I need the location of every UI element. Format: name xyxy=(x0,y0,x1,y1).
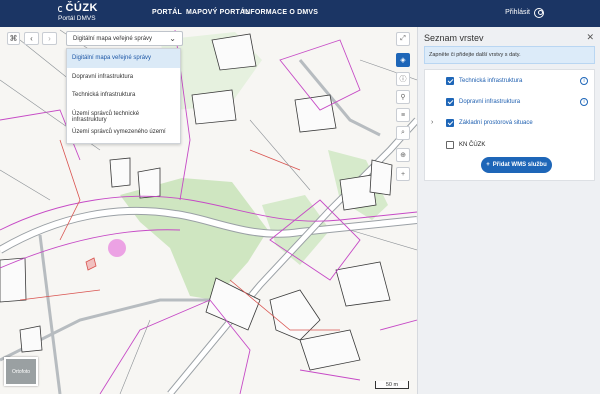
map-scale-bar: 50 m xyxy=(375,381,409,389)
map-canvas[interactable]: ⌘ ‹ › xyxy=(0,27,417,394)
menu-icon[interactable]: ≡ xyxy=(396,108,410,122)
layer-list: Technická infrastruktura i Dopravní infr… xyxy=(424,69,595,181)
layer-item: KN ČÚZK xyxy=(425,139,596,153)
logo-swoosh-icon xyxy=(58,5,64,12)
layer-info-icon[interactable]: i xyxy=(580,98,588,106)
logo-mark: ČÚZK xyxy=(58,3,98,14)
basemap-select-value: Digitální mapa veřejné správy xyxy=(73,36,153,42)
search-icon[interactable]: ⌕ xyxy=(396,126,410,140)
layer-item: Technická infrastruktura i xyxy=(425,75,596,89)
basemap-dropdown: Digitální mapa veřejné správy Dopravní i… xyxy=(66,48,181,144)
logo-text: ČÚZK xyxy=(65,2,98,14)
layer-label[interactable]: Technická infrastruktura xyxy=(459,78,522,84)
logo-subtitle: Portál DMVS xyxy=(58,15,96,22)
layer-label[interactable]: KN ČÚZK xyxy=(459,142,485,148)
close-icon[interactable]: ✕ xyxy=(586,32,594,43)
add-wms-label: Přidat WMS službu xyxy=(492,162,547,168)
layer-checkbox[interactable] xyxy=(446,77,454,85)
expand-chevron-icon[interactable]: › xyxy=(431,119,433,126)
layer-info-icon[interactable]: i xyxy=(580,77,588,85)
cuzk-logo[interactable]: ČÚZK Portál DMVS xyxy=(58,3,98,25)
basemap-thumbnail[interactable]: Ortofoto xyxy=(4,357,38,386)
login-link[interactable]: Přihlásit xyxy=(505,9,530,16)
plus-icon: + xyxy=(486,162,490,168)
fullscreen-icon[interactable]: ⤢ xyxy=(396,32,410,46)
dropdown-option[interactable]: Území správců vymezeného území xyxy=(67,123,180,142)
layer-label[interactable]: Základní prostorová situace xyxy=(459,120,533,126)
basemap-select[interactable]: Digitální mapa veřejné správy ⌄ xyxy=(66,31,183,46)
layer-item: Dopravní infrastruktura i xyxy=(425,96,596,110)
location-pin-icon[interactable]: ⚲ xyxy=(396,90,410,104)
panel-title: Seznam vrstev xyxy=(424,33,484,43)
dropdown-option[interactable]: Technická infrastruktura xyxy=(67,86,180,105)
map-drawing xyxy=(0,29,417,394)
scale-label: 50 m xyxy=(385,382,399,388)
info-box: Zapněte či přidejte další vrstvy s daty. xyxy=(424,46,595,64)
layer-panel: Seznam vrstev ✕ Zapněte či přidejte dalš… xyxy=(417,27,600,394)
layer-checkbox[interactable] xyxy=(446,119,454,127)
nav-portal[interactable]: PORTÁL xyxy=(152,9,182,16)
user-icon[interactable] xyxy=(534,8,544,18)
forward-arrow-icon[interactable]: › xyxy=(42,32,57,45)
layer-label[interactable]: Dopravní infrastruktura xyxy=(459,99,520,105)
dropdown-option[interactable]: Území správců technické infrastruktury xyxy=(67,105,180,124)
layer-checkbox[interactable] xyxy=(446,141,454,149)
layers-toggle-icon[interactable]: ⌘ xyxy=(7,32,20,45)
map-road xyxy=(38,234,62,394)
add-wms-button[interactable]: + Přidat WMS službu xyxy=(481,157,552,173)
layer-item: › Základní prostorová situace xyxy=(425,117,596,131)
top-header: ČÚZK Portál DMVS PORTÁL MAPOVÝ PORTÁL IN… xyxy=(0,0,600,27)
zoom-in-icon[interactable]: + xyxy=(396,167,410,181)
nav-dmvs-info[interactable]: INFORMACE O DMVS xyxy=(243,9,318,16)
dropdown-option[interactable]: Dopravní infrastruktura xyxy=(67,68,180,87)
dropdown-option[interactable]: Digitální mapa veřejné správy xyxy=(67,49,180,68)
info-icon[interactable]: ⓘ xyxy=(396,72,410,86)
layer-checkbox[interactable] xyxy=(446,98,454,106)
nav-map-portal[interactable]: MAPOVÝ PORTÁL xyxy=(186,9,250,16)
locate-crosshair-icon[interactable]: ⊕ xyxy=(396,148,410,162)
basemap-thumbnail-label: Ortofoto xyxy=(11,368,31,375)
back-arrow-icon[interactable]: ‹ xyxy=(24,32,39,45)
layers-icon[interactable]: ◈ xyxy=(396,53,410,67)
map-highlight-circle xyxy=(108,239,126,257)
chevron-down-icon: ⌄ xyxy=(169,34,176,43)
